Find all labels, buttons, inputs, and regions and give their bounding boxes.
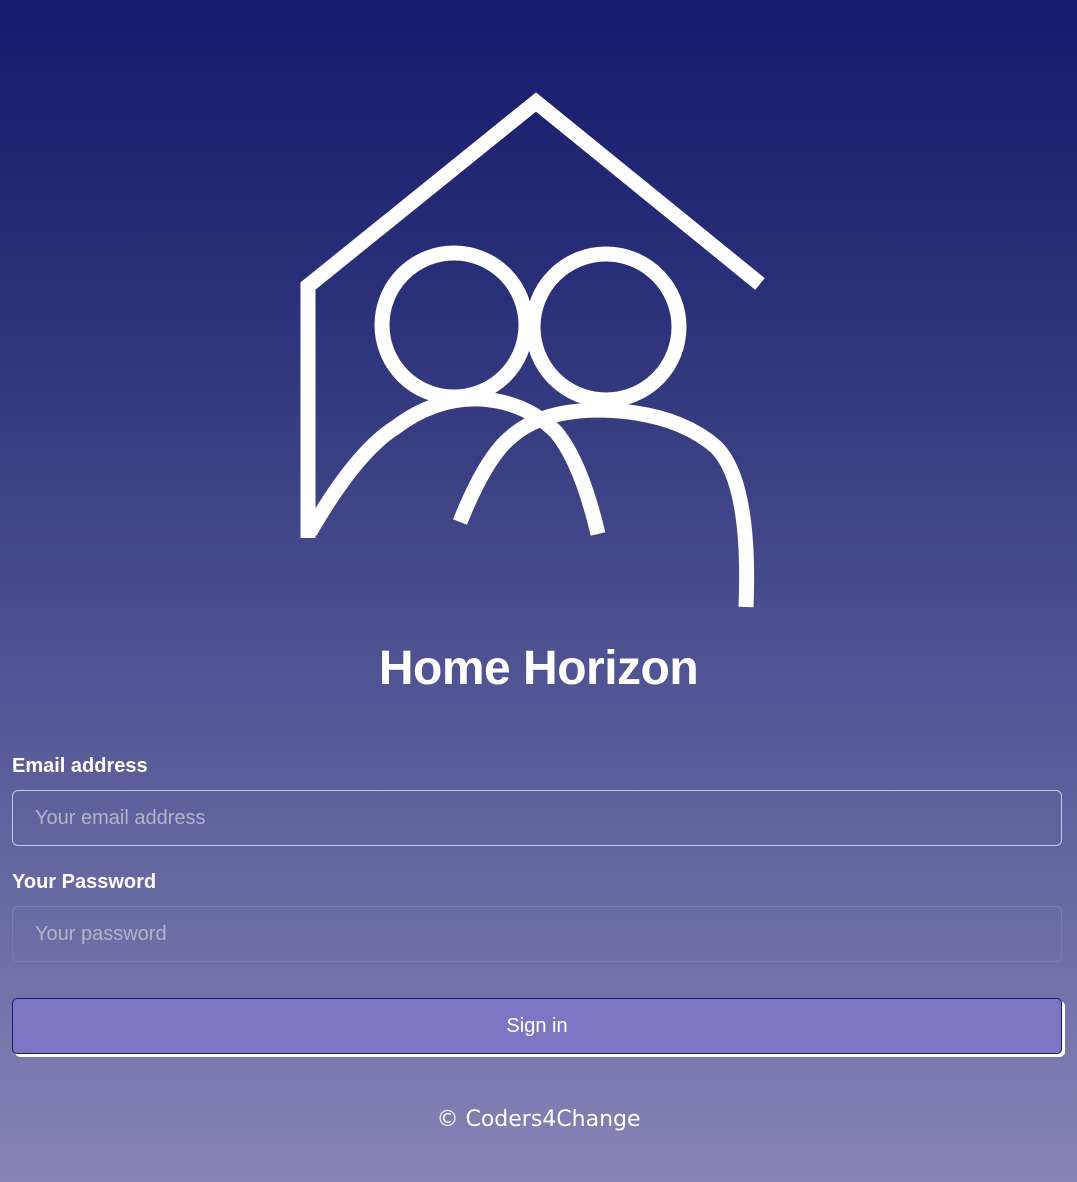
- house-with-people-icon: [300, 92, 765, 608]
- app-title: Home Horizon: [378, 642, 699, 695]
- password-label: Your Password: [12, 871, 157, 893]
- password-input[interactable]: [12, 906, 1062, 962]
- email-label: Email address: [12, 755, 148, 777]
- footer-copyright: © Coders4Change: [436, 1107, 641, 1132]
- sign-in-button[interactable]: Sign in: [12, 998, 1062, 1054]
- email-input[interactable]: [12, 790, 1062, 846]
